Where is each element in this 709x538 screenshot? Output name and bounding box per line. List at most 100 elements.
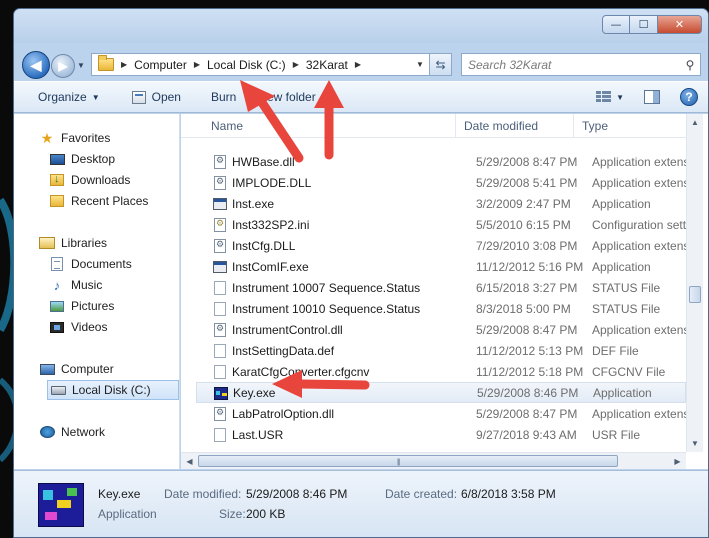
- file-type: STATUS File: [592, 280, 661, 295]
- burn-label: Burn: [210, 90, 237, 104]
- scroll-right-arrow-icon[interactable]: ▶: [669, 453, 686, 469]
- file-row[interactable]: HWBase.dll 5/29/2008 8:47 PM Application e…: [196, 151, 686, 172]
- organize-button[interactable]: Organize ▼: [38, 82, 100, 112]
- sidebar-item-local-disk[interactable]: Local Disk (C:): [47, 380, 179, 400]
- back-button[interactable]: ◀: [22, 51, 50, 79]
- chevron-down-icon: ▼: [91, 92, 100, 102]
- file-type: Application: [592, 259, 651, 274]
- scroll-down-arrow-icon[interactable]: ▼: [687, 435, 703, 452]
- sidebar-item-computer[interactable]: Computer: [39, 359, 179, 379]
- sidebar-item-favorites[interactable]: ★ Favorites: [39, 128, 179, 148]
- file-date-modified: 5/29/2008 8:47 PM: [476, 154, 578, 169]
- libraries-icon: [39, 235, 55, 251]
- file-row[interactable]: InstComIF.exe 11/12/2012 5:16 PM Applicati…: [196, 256, 686, 277]
- sidebar-item-desktop[interactable]: Desktop: [49, 149, 179, 169]
- refresh-button[interactable]: ⇆: [429, 54, 451, 75]
- column-header-date-modified[interactable]: Date modified: [455, 114, 573, 138]
- address-history-dropdown[interactable]: ▼: [411, 60, 429, 69]
- file-row[interactable]: InstSettingData.def 11/12/2012 5:13 PM DEF…: [196, 340, 686, 361]
- file-name: KaratCfgConverter.cfgcnv: [232, 364, 370, 379]
- sidebar-item-music[interactable]: ♪ Music: [49, 275, 179, 295]
- file-date-modified: 7/29/2010 3:08 PM: [476, 238, 578, 253]
- sidebar-item-videos[interactable]: Videos: [49, 317, 179, 337]
- details-created-value: 6/8/2018 3:58 PM: [461, 487, 556, 501]
- file-icon: [213, 343, 227, 358]
- file-row[interactable]: Inst.exe 3/2/2009 2:47 PM Application: [196, 193, 686, 214]
- file-row[interactable]: Last.USR 9/27/2018 9:43 AM USR File: [196, 424, 686, 445]
- sidebar-item-label: Local Disk (C:): [72, 383, 151, 397]
- horizontal-scroll-thumb[interactable]: |||: [198, 455, 618, 467]
- recent-pages-dropdown[interactable]: ▼: [77, 61, 85, 70]
- file-name: InstCfg.DLL: [232, 238, 296, 253]
- desktop-icon: [49, 151, 65, 167]
- address-bar[interactable]: ▶ Computer ▶ Local Disk (C:) ▶ 32Karat ▶…: [91, 53, 452, 76]
- navigation-bar: ◀ ▶ ▼ ▶ Computer ▶ Local Disk (C:) ▶ 32K…: [14, 43, 708, 81]
- exe-icon: [213, 259, 227, 274]
- sidebar-item-network[interactable]: Network: [39, 422, 179, 442]
- sidebar-item-downloads[interactable]: Downloads: [49, 170, 179, 190]
- file-row[interactable]: IMPLODE.DLL 5/29/2008 5:41 PM Application …: [196, 172, 686, 193]
- new-folder-button[interactable]: New folder: [258, 82, 315, 112]
- file-name: IMPLODE.DLL: [232, 175, 312, 190]
- folder-icon: [98, 55, 114, 71]
- search-box[interactable]: ⚲: [461, 53, 701, 76]
- search-icon[interactable]: ⚲: [680, 58, 700, 72]
- open-button[interactable]: Open: [131, 82, 181, 112]
- file-date-modified: 3/2/2009 2:47 PM: [476, 196, 571, 211]
- scroll-up-arrow-icon[interactable]: ▲: [687, 114, 703, 131]
- breadcrumb-32karat[interactable]: 32Karat: [306, 58, 348, 72]
- sidebar-item-label: Music: [71, 278, 103, 292]
- breadcrumb-chevron-icon[interactable]: ▶: [293, 60, 299, 69]
- breadcrumb-local-disk[interactable]: Local Disk (C:): [207, 58, 286, 72]
- sidebar-item-label: Downloads: [71, 173, 131, 187]
- help-icon[interactable]: ?: [680, 88, 698, 106]
- preview-pane-icon[interactable]: [644, 90, 660, 104]
- file-row[interactable]: InstCfg.DLL 7/29/2010 3:08 PM Application …: [196, 235, 686, 256]
- sidebar-item-documents[interactable]: Documents: [49, 254, 179, 274]
- sidebar-item-recent-places[interactable]: Recent Places: [49, 191, 179, 211]
- file-icon: [213, 448, 227, 449]
- file-row[interactable]: InstrumentControl.dll 5/29/2008 8:47 PM Ap…: [196, 319, 686, 340]
- column-header-type[interactable]: Type: [573, 114, 686, 138]
- maximize-button[interactable]: ☐: [630, 15, 658, 34]
- scroll-left-arrow-icon[interactable]: ◀: [181, 453, 198, 469]
- file-row[interactable]: Inst332SP2.ini 5/5/2010 6:15 PM Configurat…: [196, 214, 686, 235]
- file-type: Application extens...: [592, 238, 686, 253]
- change-view-icon[interactable]: [596, 91, 612, 103]
- breadcrumb-computer[interactable]: Computer: [134, 58, 187, 72]
- search-input[interactable]: [462, 55, 680, 74]
- file-name: Inst332SP2.ini: [232, 217, 310, 232]
- sidebar-item-pictures[interactable]: Pictures: [49, 296, 179, 316]
- vertical-scrollbar[interactable]: ▲ ▼: [686, 114, 703, 452]
- column-header-name[interactable]: Name: [203, 114, 456, 138]
- file-name: Instrument 10007 Sequence.Status: [232, 280, 421, 295]
- scroll-thumb[interactable]: [689, 286, 701, 303]
- file-name: InstSettingData.def: [232, 343, 335, 358]
- file-date-modified: 9/27/2018 9:43 AM: [476, 427, 577, 442]
- forward-button[interactable]: ▶: [51, 54, 75, 78]
- file-row[interactable]: Instrument 10010 Sequence.Status 8/3/2018…: [196, 298, 686, 319]
- file-row[interactable]: Key.exe 5/29/2008 8:46 PM Application: [196, 382, 686, 403]
- sidebar-item-label: Videos: [71, 320, 108, 334]
- horizontal-scrollbar[interactable]: ◀ ||| ▶: [181, 452, 686, 469]
- file-icon: [213, 280, 227, 295]
- organize-label: Organize: [38, 90, 87, 104]
- breadcrumb-chevron-icon[interactable]: ▶: [194, 60, 200, 69]
- key-exe-icon: [214, 386, 228, 401]
- file-row[interactable]: KaratCfgConverter.cfgcnv 11/12/2012 5:18 …: [196, 361, 686, 382]
- view-options-dropdown[interactable]: ▼: [616, 93, 624, 102]
- file-row[interactable]: Instrument 10007 Sequence.Status 6/15/201…: [196, 277, 686, 298]
- file-row[interactable]: LCConsoleIFace.IFace 11/12/2012 5:16 PM IF…: [196, 445, 686, 449]
- breadcrumb-chevron-icon[interactable]: ▶: [355, 60, 361, 69]
- minimize-button[interactable]: —: [602, 15, 630, 34]
- close-button[interactable]: ✕: [658, 15, 702, 34]
- burn-button[interactable]: Burn: [211, 82, 236, 112]
- breadcrumb-chevron-icon[interactable]: ▶: [121, 60, 127, 69]
- details-modified-value: 5/29/2008 8:46 PM: [246, 487, 348, 501]
- file-date-modified: 5/5/2010 6:15 PM: [476, 217, 571, 232]
- sidebar-item-libraries[interactable]: Libraries: [39, 233, 179, 253]
- file-row[interactable]: LabPatrolOption.dll 5/29/2008 8:47 PM Appl…: [196, 403, 686, 424]
- caption-buttons: — ☐ ✕: [602, 15, 702, 34]
- dll-icon: [213, 175, 227, 190]
- file-type: Configuration sett...: [592, 217, 686, 232]
